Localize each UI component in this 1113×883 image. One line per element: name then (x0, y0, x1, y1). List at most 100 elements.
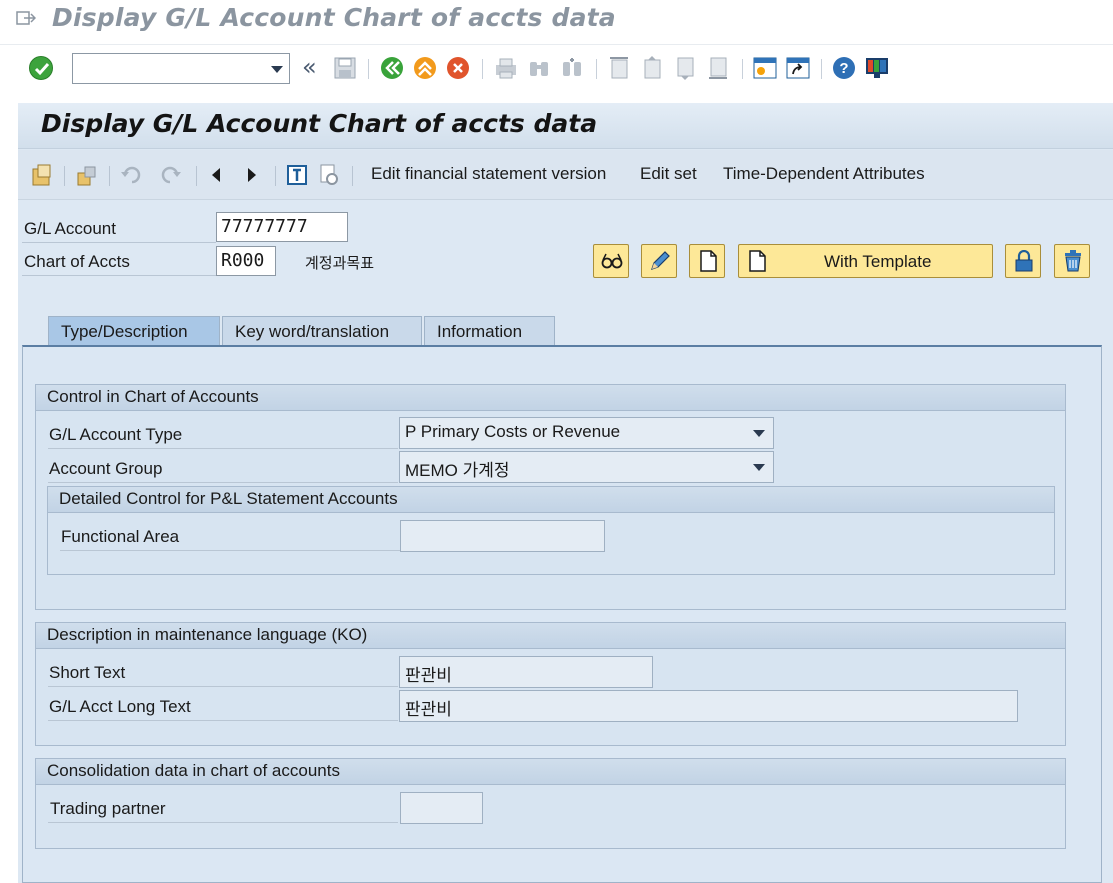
chart-of-accounts-description: 계정과목표 (305, 254, 375, 272)
toolbar-separator (275, 166, 276, 186)
window-title: Display G/L Account Chart of accts data (52, 3, 616, 32)
back-icon[interactable] (380, 56, 404, 80)
label-underline (48, 822, 398, 823)
toolbar-separator (196, 166, 197, 186)
tab-key-word-translation[interactable]: Key word/translation (222, 316, 422, 346)
switch-display-change-icon[interactable] (30, 163, 54, 187)
document-icon (749, 250, 766, 272)
edit-fs-version-button[interactable]: Edit financial statement version (371, 164, 606, 184)
create-button[interactable] (689, 244, 725, 278)
group-title: Description in maintenance language (KO) (36, 623, 1065, 649)
redo-icon[interactable] (158, 163, 182, 187)
last-page-icon[interactable] (706, 56, 730, 80)
toolbar-separator (368, 59, 369, 79)
with-template-label: With Template (824, 252, 932, 271)
undo-icon[interactable] (120, 163, 144, 187)
other-object-icon[interactable] (75, 163, 99, 187)
short-text-label: Short Text (49, 663, 126, 682)
first-page-icon[interactable] (607, 56, 631, 80)
shortcut-icon[interactable] (786, 56, 810, 80)
block-button[interactable] (1005, 244, 1041, 278)
account-group-select[interactable]: MEMO 가계정 (399, 451, 774, 483)
gl-account-type-label: G/L Account Type (49, 425, 183, 444)
control-chart-of-accounts-group: Control in Chart of Accounts G/L Account… (35, 384, 1066, 610)
trading-partner-label: Trading partner (50, 799, 166, 818)
gl-account-type-value: P Primary Costs or Revenue (405, 422, 621, 441)
application-toolbar: Edit financial statement version Edit se… (18, 150, 1113, 200)
long-text-label: G/L Acct Long Text (49, 697, 191, 716)
delete-button[interactable] (1054, 244, 1090, 278)
chevron-down-icon[interactable] (753, 464, 765, 471)
find-next-icon[interactable] (560, 56, 584, 80)
toolbar-separator (821, 59, 822, 79)
find-icon[interactable] (527, 56, 551, 80)
window-title-bar: Display G/L Account Chart of accts data (0, 0, 1113, 42)
previous-page-icon[interactable] (640, 56, 664, 80)
new-session-icon[interactable] (753, 56, 777, 80)
account-group-label: Account Group (49, 459, 163, 478)
trading-partner-field[interactable] (400, 792, 483, 824)
screen-title: Display G/L Account Chart of accts data (41, 109, 598, 138)
functional-area-label: Functional Area (61, 527, 180, 546)
exit-icon[interactable] (16, 10, 36, 26)
tab-information[interactable]: Information (424, 316, 555, 346)
print-icon[interactable] (494, 56, 518, 80)
chevron-down-icon[interactable] (753, 430, 765, 437)
system-toolbar: « ? (0, 44, 1113, 90)
change-button[interactable] (641, 244, 677, 278)
pl-statement-control-group: Detailed Control for P&L Statement Accou… (47, 486, 1055, 575)
cancel-icon[interactable] (446, 56, 470, 80)
label-underline (48, 448, 398, 449)
label-underline (48, 686, 398, 687)
label-underline (22, 242, 216, 243)
help-icon[interactable]: ? (832, 56, 856, 80)
pencil-icon (651, 251, 670, 270)
group-title: Control in Chart of Accounts (36, 385, 1065, 411)
where-used-icon[interactable] (285, 163, 309, 187)
chevron-down-icon[interactable] (271, 66, 283, 73)
tab-type-description[interactable]: Type/Description (48, 316, 220, 346)
gl-account-label: G/L Account (24, 219, 116, 238)
glasses-display-button[interactable] (593, 244, 629, 278)
short-text-field[interactable]: 판관비 (399, 656, 653, 688)
collapse-icon[interactable]: « (302, 53, 317, 81)
gl-account-field[interactable]: 77777777 (216, 212, 348, 242)
group-title: Detailed Control for P&L Statement Accou… (48, 487, 1054, 513)
consolidation-group: Consolidation data in chart of accounts … (35, 758, 1066, 849)
group-title: Consolidation data in chart of accounts (36, 759, 1065, 785)
exit-up-icon[interactable] (413, 56, 437, 80)
label-underline (22, 275, 216, 276)
label-underline (60, 550, 400, 551)
trash-icon (1065, 250, 1081, 272)
long-text-field[interactable]: 판관비 (399, 690, 1018, 722)
toolbar-separator (64, 166, 65, 186)
save-icon[interactable] (333, 56, 357, 80)
chart-of-accounts-label: Chart of Accts (24, 252, 130, 271)
svg-text:?: ? (839, 60, 848, 77)
toolbar-separator (352, 166, 353, 186)
glasses-icon (601, 253, 623, 269)
time-dependent-attributes-button[interactable]: Time-Dependent Attributes (723, 164, 925, 184)
previous-entry-icon[interactable] (205, 163, 229, 187)
gl-account-type-select[interactable]: P Primary Costs or Revenue (399, 417, 774, 449)
enter-icon[interactable] (29, 56, 53, 80)
document-icon (700, 250, 717, 272)
tab-content: Control in Chart of Accounts G/L Account… (22, 345, 1102, 883)
with-template-button[interactable]: With Template (738, 244, 993, 278)
functional-area-field[interactable] (400, 520, 605, 552)
chart-of-accounts-field[interactable]: R000 (216, 246, 276, 276)
label-underline (48, 482, 398, 483)
next-page-icon[interactable] (673, 56, 697, 80)
document-search-icon[interactable] (317, 163, 341, 187)
main-screen: Display G/L Account Chart of accts data … (18, 103, 1113, 883)
lock-icon (1015, 250, 1033, 272)
layout-menu-icon[interactable] (865, 56, 889, 80)
toolbar-separator (742, 59, 743, 79)
label-underline (48, 720, 398, 721)
edit-set-button[interactable]: Edit set (640, 164, 697, 184)
account-group-value: MEMO 가계정 (405, 461, 510, 480)
next-entry-icon[interactable] (240, 163, 264, 187)
command-field[interactable] (72, 53, 290, 84)
description-group: Description in maintenance language (KO)… (35, 622, 1066, 746)
screen-title-bar: Display G/L Account Chart of accts data (18, 103, 1113, 149)
